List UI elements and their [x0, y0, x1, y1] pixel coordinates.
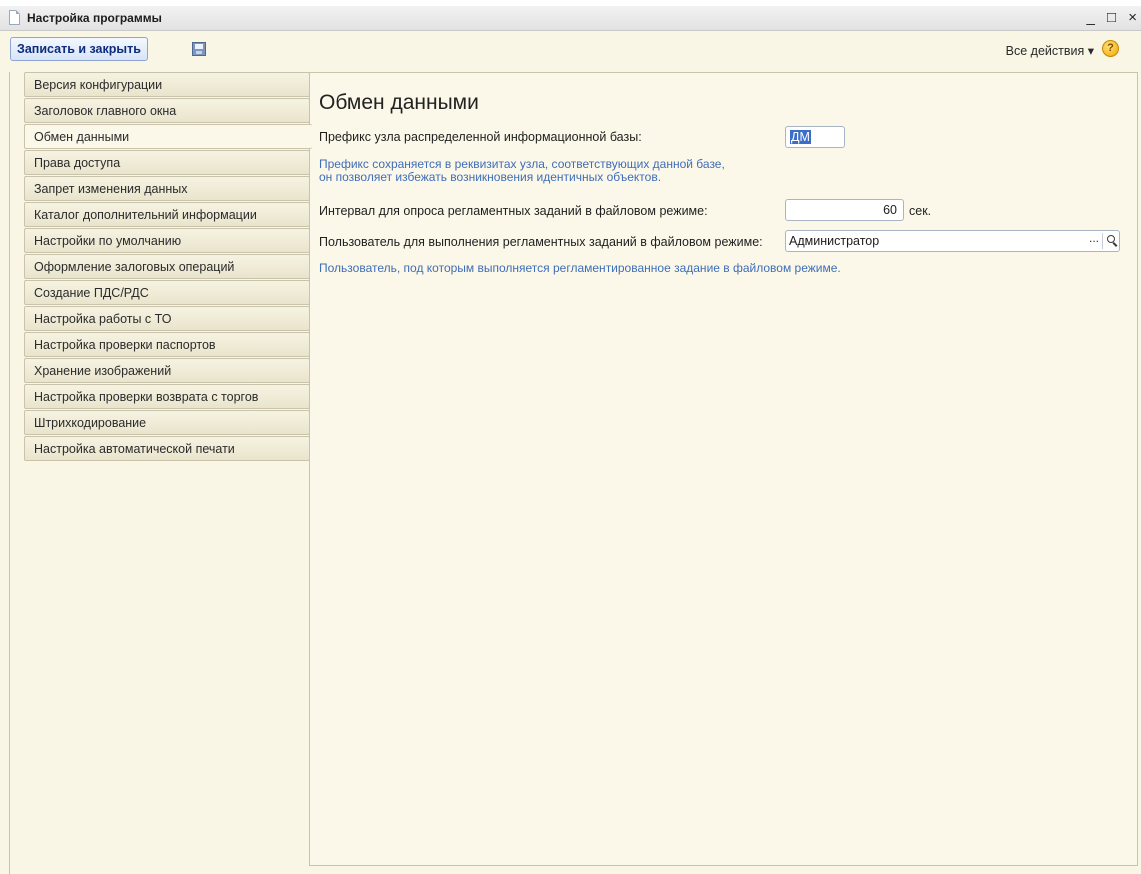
prefix-hint-line-2: он позволяет избежать возникновения иден… — [319, 170, 662, 184]
panel-title: Обмен данными — [319, 91, 479, 114]
settings-window: Настройка программы _ □ × Записать и зак… — [0, 6, 1141, 874]
all-actions-menu[interactable]: Все действия ▾ — [1006, 43, 1094, 58]
tab-image-storage[interactable]: Хранение изображений — [24, 358, 310, 383]
search-icon[interactable] — [1102, 233, 1118, 249]
title-bar: Настройка программы _ □ × — [0, 6, 1141, 31]
tab-main-window-title[interactable]: Заголовок главного окна — [24, 98, 310, 123]
tab-access-rights[interactable]: Права доступа — [24, 150, 310, 175]
document-icon — [9, 10, 20, 25]
tab-auction-return-check[interactable]: Настройка проверки возврата с торгов — [24, 384, 310, 409]
tab-additional-info-catalog[interactable]: Каталог дополнительний информации — [24, 202, 310, 227]
prefix-value: ДМ — [790, 130, 811, 144]
tab-config-version[interactable]: Версия конфигурации — [24, 72, 310, 97]
tab-passport-check[interactable]: Настройка проверки паспортов — [24, 332, 310, 357]
content-area: Версия конфигурации Заголовок главного о… — [10, 72, 1141, 874]
user-value: Администратор — [789, 234, 880, 248]
tab-auto-print[interactable]: Настройка автоматической печати — [24, 436, 310, 461]
window-controls[interactable]: _ □ × — [1087, 9, 1141, 26]
tab-to-settings[interactable]: Настройка работы с ТО — [24, 306, 310, 331]
prefix-label: Префикс узла распределенной информационн… — [319, 130, 642, 144]
tab-defaults[interactable]: Настройки по умолчанию — [24, 228, 310, 253]
user-label: Пользователь для выполнения регламентных… — [319, 235, 763, 249]
tab-data-exchange[interactable]: Обмен данными — [24, 124, 312, 149]
help-icon[interactable]: ? — [1102, 40, 1119, 57]
floppy-disk-icon[interactable] — [192, 42, 206, 56]
toolbar: Записать и закрыть Все действия ▾ ? — [0, 31, 1141, 67]
tab-pds-rds[interactable]: Создание ПДС/РДС — [24, 280, 310, 305]
interval-input[interactable]: 60 — [785, 199, 904, 221]
prefix-input[interactable]: ДМ — [785, 126, 845, 148]
tab-pledge-operations[interactable]: Оформление залоговых операций — [24, 254, 310, 279]
tab-barcoding[interactable]: Штрихкодирование — [24, 410, 310, 435]
interval-unit: сек. — [909, 204, 932, 218]
window-title: Настройка программы — [27, 11, 162, 25]
interval-label: Интервал для опроса регламентных заданий… — [319, 204, 708, 218]
select-user-button[interactable]: ... — [1086, 232, 1102, 249]
user-input[interactable]: Администратор ... — [785, 230, 1120, 252]
tab-data-change-ban[interactable]: Запрет изменения данных — [24, 176, 310, 201]
user-hint: Пользователь, под которым выполняется ре… — [319, 261, 841, 275]
data-exchange-panel: Обмен данными Префикс узла распределенно… — [309, 72, 1138, 866]
save-and-close-button[interactable]: Записать и закрыть — [10, 37, 148, 61]
